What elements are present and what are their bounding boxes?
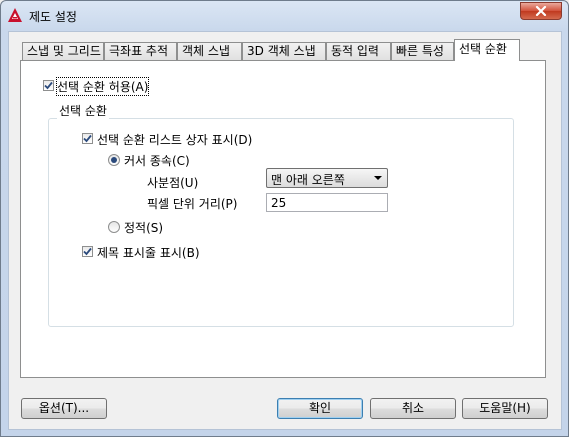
show-list-box-checkbox[interactable] [82,133,93,144]
tab-dynamic-input[interactable]: 동적 입력 [326,42,391,60]
tab-polar-tracking[interactable]: 극좌표 추적 [104,42,177,60]
tab-label: 선택 순환 [459,42,507,56]
title-bar[interactable]: 제도 설정 [1,1,568,31]
tab-label: 동적 입력 [331,44,379,58]
autocad-logo-icon [8,8,22,22]
show-title-bar-label[interactable]: 제목 표시줄 표시(B) [97,244,200,261]
tab-label: 3D 객체 스냅 [247,44,316,58]
tab-quick-properties[interactable]: 빠른 특성 [391,42,454,60]
close-icon [535,6,547,16]
tab-label: 스냅 및 그리드 [27,44,101,58]
help-button[interactable]: 도움말(H) [462,398,548,419]
options-button[interactable]: 옵션(T)... [21,398,107,419]
static-radio[interactable] [108,221,120,233]
group-title: 선택 순환 [57,102,109,119]
cancel-button[interactable]: 취소 [370,398,456,419]
tab-label: 빠른 특성 [396,44,444,58]
allow-cycling-label[interactable]: 선택 순환 허용(A) [55,77,150,96]
checkmark-icon [44,81,53,90]
quadrant-selected-value: 맨 아래 오른쪽 [271,173,345,187]
show-list-box-label[interactable]: 선택 순환 리스트 상자 표시(D) [97,131,252,148]
tab-object-snap[interactable]: 객체 스냅 [177,42,242,60]
ok-button[interactable]: 확인 [277,398,363,419]
checkmark-icon [83,247,92,256]
checkmark-icon [83,134,92,143]
static-label[interactable]: 정적(S) [124,219,163,236]
chevron-down-icon [374,176,382,180]
quadrant-select[interactable]: 맨 아래 오른쪽 [266,168,388,188]
tab-selection-cycling[interactable]: 선택 순환 [454,39,520,61]
pixel-distance-label: 픽셀 단위 거리(P) [147,197,238,211]
tab-label: 극좌표 추적 [109,44,169,58]
tab-label: 객체 스냅 [182,44,230,58]
radio-dot [111,157,117,163]
tab-snap-grid[interactable]: 스냅 및 그리드 [22,42,104,60]
window-title: 제도 설정 [29,10,77,24]
quadrant-label: 사분점(U) [147,176,199,190]
tab-3d-object-snap[interactable]: 3D 객체 스냅 [242,42,326,60]
cursor-dependent-label[interactable]: 커서 종속(C) [124,152,190,169]
pixel-distance-input[interactable] [266,193,388,212]
allow-cycling-checkbox[interactable] [43,80,54,91]
cursor-dependent-radio[interactable] [108,154,120,166]
close-button[interactable] [520,2,562,20]
show-title-bar-checkbox[interactable] [82,246,93,257]
